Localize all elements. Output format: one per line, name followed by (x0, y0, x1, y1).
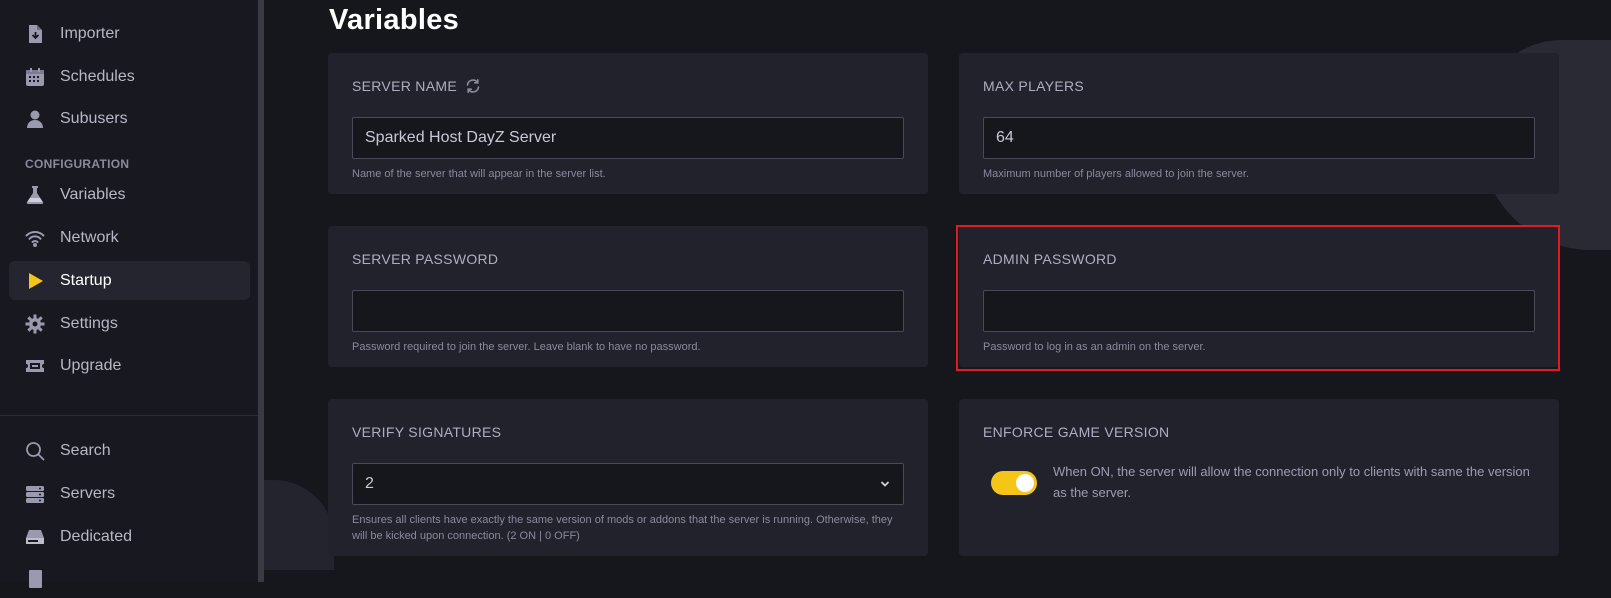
hard-drive-icon (25, 527, 45, 547)
server-name-label: SERVER NAME (352, 77, 904, 95)
enforce-game-version-label: ENFORCE GAME VERSION (983, 424, 1170, 440)
admin-password-input[interactable] (983, 290, 1535, 332)
sidebar-item-label: Search (60, 441, 111, 459)
max-players-helper: Maximum number of players allowed to joi… (983, 168, 1249, 180)
flask-icon (25, 185, 45, 205)
enforce-game-version-toggle[interactable] (991, 471, 1037, 495)
sidebar-item-subusers[interactable]: Subusers (9, 99, 250, 138)
server-password-card: SERVER PASSWORD Password required to joi… (328, 226, 928, 367)
sidebar-item-label: Startup (60, 271, 112, 289)
wifi-icon (25, 228, 45, 248)
label-text: SERVER NAME (352, 78, 457, 94)
admin-password-card: ADMIN PASSWORD Password to log in as an … (959, 226, 1559, 367)
sidebar-item-servers[interactable]: Servers (9, 474, 250, 513)
select-value: 2 (365, 475, 374, 492)
play-icon (25, 271, 45, 291)
enforce-game-version-helper: When ON, the server will allow the conne… (1053, 464, 1530, 500)
max-players-label: MAX PLAYERS (983, 78, 1085, 94)
sidebar-item-network[interactable]: Network (9, 218, 250, 257)
file-import-icon (25, 24, 45, 44)
sidebar-item-label: Schedules (60, 67, 135, 85)
sidebar-item-settings[interactable]: Settings (9, 304, 250, 343)
server-icon (25, 484, 45, 504)
sidebar-item-label: Variables (60, 185, 126, 203)
sidebar-item-label: Network (60, 228, 119, 246)
sidebar-item-schedules[interactable]: Schedules (9, 57, 250, 96)
sidebar-divider (0, 415, 258, 416)
sidebar-item-variables[interactable]: Variables (9, 175, 250, 214)
max-players-card: MAX PLAYERS 64 Maximum number of players… (959, 53, 1559, 194)
document-icon (25, 569, 45, 589)
server-password-label: SERVER PASSWORD (352, 251, 499, 267)
max-players-input[interactable]: 64 (983, 117, 1535, 159)
sidebar: Importer Schedules Subusers CONFIGURATIO… (0, 0, 264, 588)
sidebar-item-label: Dedicated (60, 527, 133, 545)
verify-signatures-label: VERIFY SIGNATURES (352, 424, 502, 440)
sidebar-item-startup[interactable]: Startup (9, 261, 250, 300)
toggle-knob (1016, 474, 1034, 492)
verify-signatures-select[interactable]: 2 (352, 463, 904, 505)
gear-icon (25, 314, 45, 334)
sidebar-item-upgrade[interactable]: Upgrade (9, 346, 250, 385)
sidebar-item-label: Servers (60, 484, 116, 502)
ticket-icon (25, 356, 45, 376)
refresh-icon[interactable] (457, 78, 481, 94)
enforce-game-version-card: ENFORCE GAME VERSION When ON, the server… (959, 399, 1559, 556)
search-icon (25, 441, 45, 461)
sidebar-item-partial[interactable] (9, 559, 250, 598)
calendar-icon (25, 67, 45, 87)
admin-password-label: ADMIN PASSWORD (983, 251, 1117, 267)
server-password-input[interactable] (352, 290, 904, 332)
verify-signatures-card: VERIFY SIGNATURES 2 Ensures all clients … (328, 399, 928, 556)
sidebar-item-label: Subusers (60, 109, 128, 127)
user-icon (25, 109, 45, 129)
verify-signatures-helper: Ensures all clients have exactly the sam… (352, 514, 893, 542)
server-name-card: SERVER NAME Sparked Host DayZ Server Nam… (328, 53, 928, 194)
main-content: Variables SERVER NAME Sparked Host DayZ … (264, 0, 1611, 582)
chevron-down-icon (879, 478, 891, 490)
server-name-helper: Name of the server that will appear in t… (352, 168, 606, 180)
sidebar-item-label: Settings (60, 314, 118, 332)
page-title: Variables (329, 4, 460, 36)
sidebar-section-configuration: CONFIGURATION (25, 157, 130, 171)
sidebar-item-search[interactable]: Search (9, 431, 250, 470)
admin-password-helper: Password to log in as an admin on the se… (983, 341, 1206, 353)
server-name-input[interactable]: Sparked Host DayZ Server (352, 117, 904, 159)
sidebar-item-label: Importer (60, 24, 120, 42)
sidebar-item-importer[interactable]: Importer (9, 14, 250, 53)
background-decoration (264, 480, 334, 570)
sidebar-item-dedicated[interactable]: Dedicated (9, 517, 250, 556)
sidebar-item-label: Upgrade (60, 356, 122, 374)
toggle-row: When ON, the server will allow the conne… (983, 461, 1535, 503)
server-password-helper: Password required to join the server. Le… (352, 341, 701, 353)
